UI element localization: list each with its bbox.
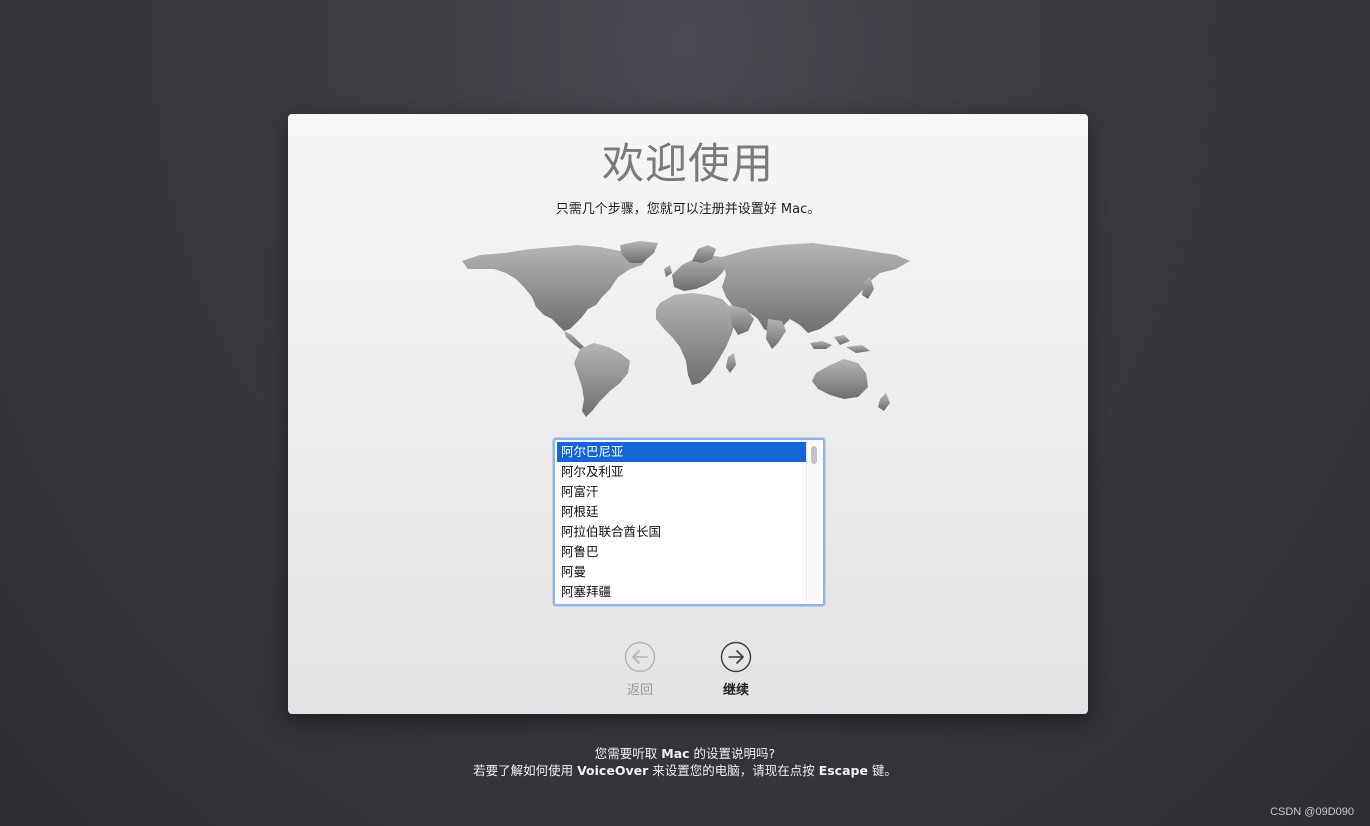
voiceover-line-2: 若要了解如何使用 VoiceOver 来设置您的电脑，请现在点按 Escape … xyxy=(0,762,1370,779)
list-item[interactable]: 阿尔及利亚 xyxy=(557,462,807,482)
voiceover-text: 的设置说明吗? xyxy=(689,746,776,761)
voiceover-text: 键。 xyxy=(867,763,897,778)
list-item[interactable]: 阿曼 xyxy=(557,562,807,582)
list-item[interactable]: 阿塞拜疆 xyxy=(557,582,807,602)
voiceover-text: 来设置您的电脑，请现在点按 xyxy=(648,763,819,778)
setup-assistant-panel: 欢迎使用 只需几个步骤，您就可以注册并设置好 Mac。 阿尔巴尼亚 阿尔及利亚 … xyxy=(288,114,1088,714)
voiceover-text-bold: VoiceOver xyxy=(577,763,649,778)
arrow-left-circle-icon xyxy=(624,641,656,673)
voiceover-prompt: 您需要听取 Mac 的设置说明吗? 若要了解如何使用 VoiceOver 来设置… xyxy=(0,745,1370,779)
voiceover-text-bold: Mac xyxy=(661,746,690,761)
page-title: 欢迎使用 xyxy=(601,139,774,188)
country-list: 阿尔巴尼亚 阿尔及利亚 阿富汗 阿根廷 阿拉伯联合酋长国 阿鲁巴 阿曼 阿塞拜疆 xyxy=(557,442,807,602)
back-button[interactable]: 返回 xyxy=(610,641,670,698)
list-item[interactable]: 阿根廷 xyxy=(557,502,807,522)
continue-button-label: 继续 xyxy=(722,683,749,698)
list-item[interactable]: 阿尔巴尼亚 xyxy=(557,442,807,462)
list-scrollbar[interactable] xyxy=(806,442,821,602)
world-map-icon xyxy=(462,241,910,417)
voiceover-text: 若要了解如何使用 xyxy=(473,763,578,778)
arrow-right-circle-icon xyxy=(720,641,752,673)
voiceover-text: 您需要听取 xyxy=(594,746,662,761)
voiceover-line-1: 您需要听取 Mac 的设置说明吗? xyxy=(0,745,1370,762)
country-listbox[interactable]: 阿尔巴尼亚 阿尔及利亚 阿富汗 阿根廷 阿拉伯联合酋长国 阿鲁巴 阿曼 阿塞拜疆 xyxy=(553,438,825,606)
back-button-label: 返回 xyxy=(626,683,653,698)
continue-button[interactable]: 继续 xyxy=(706,641,766,698)
list-item[interactable]: 阿鲁巴 xyxy=(557,542,807,562)
list-item[interactable]: 阿富汗 xyxy=(557,482,807,502)
scrollbar-thumb[interactable] xyxy=(811,446,817,464)
page-subtitle: 只需几个步骤，您就可以注册并设置好 Mac。 xyxy=(555,202,821,217)
voiceover-text-bold: Escape xyxy=(818,763,868,778)
list-item[interactable]: 阿拉伯联合酋长国 xyxy=(557,522,807,542)
watermark: CSDN @09D090 xyxy=(1270,806,1354,818)
